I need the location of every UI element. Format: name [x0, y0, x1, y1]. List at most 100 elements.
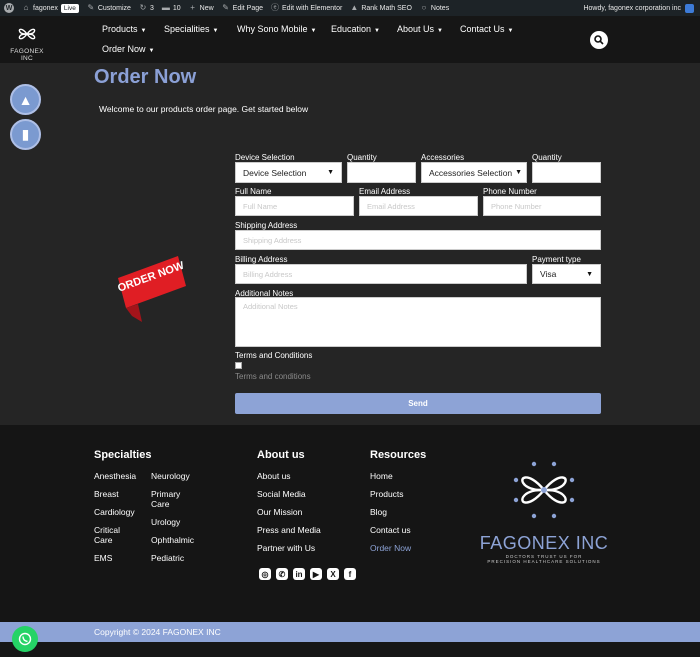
avatar [685, 3, 694, 13]
admin-new-link[interactable]: + New [189, 4, 213, 12]
admin-updates-link[interactable]: ↻ 3 [139, 4, 154, 12]
footer-link-our-mission[interactable]: Our Mission [257, 507, 302, 517]
bottom-strip [0, 642, 700, 657]
instagram-icon[interactable]: ◎ [259, 568, 271, 580]
footer-link-products[interactable]: Products [370, 489, 404, 499]
notes-icon: ○ [421, 3, 427, 12]
copyright-bar: Copyright © 2024 FAGONEX INC [0, 622, 700, 642]
footer-link-order-now[interactable]: Order Now [370, 543, 411, 553]
live-badge: Live [60, 3, 79, 13]
x-icon[interactable]: X [327, 568, 339, 580]
footer-link-home[interactable]: Home [370, 471, 393, 481]
footer-link-pediatric[interactable]: Pediatric [151, 553, 184, 563]
whatsapp-icon[interactable]: ✆ [276, 568, 288, 580]
footer-link-press[interactable]: Press and Media [257, 525, 321, 535]
accessories-label: Accessories [421, 153, 465, 162]
footer-link-breast[interactable]: Breast [94, 489, 119, 499]
terms-link[interactable]: Terms and conditions [235, 372, 311, 381]
footer-link-contact[interactable]: Contact us [370, 525, 411, 535]
footer-link-primary[interactable]: Primary [151, 489, 180, 499]
footer-logo: FAGONEX INC DOCTORS TRUST US FOR PRECISI… [476, 458, 612, 564]
admin-customize-link[interactable]: ✎ Customize [87, 4, 131, 12]
payment-label: Payment type [532, 255, 581, 264]
admin-account-link[interactable]: Howdy, fagonex corporation inc [583, 0, 694, 16]
footer-link-critical[interactable]: Critical [94, 525, 120, 535]
admin-notes-link[interactable]: ○ Notes [420, 4, 449, 12]
chevron-down-icon: ▼ [140, 28, 147, 34]
whatsapp-chat-button[interactable] [12, 626, 38, 652]
floating-scanner-icon[interactable]: ▮ [10, 119, 41, 150]
logo-text: FAGONEX INC [10, 48, 44, 62]
nav-education[interactable]: Education ▼ [331, 24, 380, 34]
email-label: Email Address [359, 187, 411, 196]
pencil-icon: ✎ [222, 3, 229, 12]
footer-link-partner[interactable]: Partner with Us [257, 543, 315, 553]
footer-link-anesthesia[interactable]: Anesthesia [94, 471, 136, 481]
admin-elementor-link[interactable]: ⓔ Edit with Elementor [271, 4, 342, 12]
search-button[interactable] [590, 31, 608, 49]
nav-order-now[interactable]: Order Now ▼ [102, 44, 154, 54]
chevron-down-icon: ▼ [374, 28, 380, 34]
fullname-input[interactable]: Full Name [235, 196, 354, 216]
footer-link-critical-care[interactable]: Care [94, 535, 112, 545]
refresh-icon: ↻ [139, 3, 147, 12]
page-title: Order Now [94, 66, 197, 88]
payment-select[interactable]: Visa ▼ [532, 264, 601, 284]
home-icon: ⌂ [23, 3, 29, 12]
shipping-input[interactable]: Shipping Address [235, 230, 601, 250]
facebook-icon[interactable]: f [344, 568, 356, 580]
footer-link-ems[interactable]: EMS [94, 553, 112, 563]
welcome-text: Welcome to our products order page. Get … [99, 104, 309, 114]
quantity-input[interactable] [347, 162, 416, 183]
footer-link-about-us[interactable]: About us [257, 471, 291, 481]
device-select[interactable]: Device Selection ▼ [235, 162, 342, 183]
admin-seo-link[interactable]: ▲ Rank Math SEO [350, 4, 412, 12]
order-now-ribbon: ORDER NOW [116, 256, 186, 322]
nav-why-sono-mobile[interactable]: Why Sono Mobile ▼ [237, 24, 317, 34]
footer-link-neurology[interactable]: Neurology [151, 471, 190, 481]
wordpress-icon[interactable]: W [4, 3, 14, 13]
email-input[interactable]: Email Address [359, 196, 478, 216]
billing-input[interactable]: Billing Address [235, 264, 527, 284]
accessories-select[interactable]: Accessories Selection ▼ [421, 162, 527, 183]
chevron-down-icon: ▼ [507, 28, 514, 34]
notes-textarea[interactable]: Additional Notes [235, 297, 601, 347]
elementor-icon: ⓔ [271, 3, 280, 12]
terms-checkbox[interactable] [235, 362, 242, 369]
search-icon [594, 35, 604, 45]
admin-edit-page-link[interactable]: ✎ Edit Page [222, 4, 263, 12]
footer-link-social-media[interactable]: Social Media [257, 489, 306, 499]
nav-about-us[interactable]: About Us ▼ [397, 24, 443, 34]
phone-label: Phone Number [483, 187, 537, 196]
chevron-down-icon: ▼ [148, 48, 155, 54]
site-logo[interactable]: FAGONEX INC [4, 22, 50, 62]
chart-icon: ▲ [350, 3, 359, 12]
admin-site-link[interactable]: ⌂ fagonex Live [22, 3, 79, 13]
footer-specialties-heading: Specialties [94, 449, 152, 461]
copyright-text: Copyright © 2024 FAGONEX INC [94, 627, 221, 637]
nav-contact-us[interactable]: Contact Us ▼ [460, 24, 513, 34]
scanner-icon: ▮ [21, 126, 30, 142]
social-icons: ◎ ✆ in ▶ X f [259, 568, 356, 580]
chevron-down-icon: ▼ [310, 28, 317, 34]
chevron-down-icon: ▼ [212, 28, 219, 34]
footer-link-urology[interactable]: Urology [151, 517, 180, 527]
site-header: FAGONEX INC Products ▼ Specialities ▼ Why … [0, 16, 700, 63]
footer-logo-tagline-2: PRECISION HEALTHCARE SOLUTIONS [487, 559, 601, 564]
nav-products[interactable]: Products ▼ [102, 24, 146, 34]
chevron-down-icon: ▼ [437, 28, 443, 34]
youtube-icon[interactable]: ▶ [310, 568, 322, 580]
quantity2-input[interactable] [532, 162, 601, 183]
send-button[interactable]: Send [235, 393, 601, 414]
nav-specialities[interactable]: Specialities ▼ [164, 24, 218, 34]
linkedin-icon[interactable]: in [293, 568, 305, 580]
floating-device-icon[interactable]: ▲ [10, 84, 41, 115]
footer-link-blog[interactable]: Blog [370, 507, 387, 517]
chevron-down-icon: ▼ [327, 169, 334, 176]
admin-comments-link[interactable]: ▬ 10 [162, 4, 181, 12]
phone-input[interactable]: Phone Number [483, 196, 601, 216]
footer-link-ophthalmic[interactable]: Ophthalmic [151, 535, 194, 545]
footer-link-primary-care[interactable]: Care [151, 499, 169, 509]
footer-link-cardiology[interactable]: Cardiology [94, 507, 135, 517]
whatsapp-icon [18, 632, 32, 646]
